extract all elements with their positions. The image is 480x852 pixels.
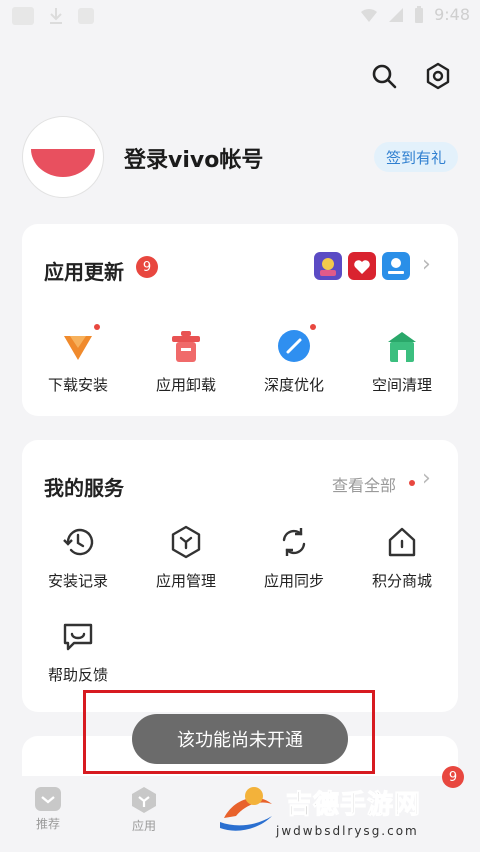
nav-apps-label: 应用	[131, 819, 156, 833]
chevron-right-icon[interactable]: ›	[422, 252, 431, 277]
site-watermark: 吉德手游网 jwdwbsdlrysg.com	[214, 776, 480, 852]
my-services-card: 我的服务 查看全部 › 安装记录 应用管理 应用同步 积分商城 帮助反馈	[22, 440, 458, 712]
points-mall-icon	[388, 527, 416, 557]
highlight-frame	[83, 690, 375, 774]
download-install-label: 下载安装	[47, 376, 108, 394]
notification-icon	[12, 7, 34, 25]
new-indicator-dot	[94, 324, 100, 330]
new-indicator-dot	[310, 324, 316, 330]
updates-count-badge: 9	[136, 256, 158, 278]
settings-button[interactable]	[418, 56, 458, 96]
view-all-link[interactable]: 查看全部	[332, 472, 396, 496]
signal-icon	[389, 7, 404, 22]
app-manage-icon	[171, 525, 201, 559]
my-services-title: 我的服务	[44, 476, 124, 500]
install-history-item[interactable]: 安装记录	[30, 524, 126, 604]
download-install-item[interactable]: 下载安装	[30, 324, 126, 408]
download-status-icon	[50, 8, 62, 24]
pending-update-app-icons[interactable]	[314, 252, 410, 280]
battery-icon	[415, 5, 424, 23]
points-mall-label: 积分商城	[371, 572, 432, 590]
status-time: 9:48	[434, 5, 470, 24]
avatar[interactable]	[22, 116, 104, 198]
status-icons-right: 9:48	[360, 5, 470, 24]
recommend-icon	[35, 787, 61, 811]
profile-row[interactable]: 登录vivo帐号 签到有礼	[22, 116, 462, 200]
help-feedback-label: 帮助反馈	[47, 666, 108, 684]
space-clean-label: 空间清理	[371, 376, 432, 394]
app-uninstall-item[interactable]: 应用卸载	[138, 328, 234, 408]
app-uninstall-label: 应用卸载	[155, 376, 216, 394]
heart-app-icon	[348, 252, 376, 280]
watermark-logo	[220, 787, 272, 831]
settings-hexagon-icon	[426, 62, 450, 90]
checkin-reward-button[interactable]: 签到有礼	[373, 142, 458, 172]
watermark-text: 吉德手游网	[285, 790, 422, 821]
help-feedback-item[interactable]: 帮助反馈	[30, 618, 126, 698]
space-clean-icon	[388, 332, 416, 362]
uninstall-trash-icon	[172, 331, 200, 362]
install-history-icon	[63, 528, 94, 556]
wifi-icon	[361, 8, 378, 22]
status-icons-left	[12, 7, 94, 25]
app-sync-item[interactable]: 应用同步	[246, 524, 342, 604]
nav-apps[interactable]: 应用	[114, 786, 174, 834]
app-manage-label: 应用管理	[155, 572, 216, 590]
apps-icon	[132, 787, 156, 813]
app-updates-card: 应用更新 9 › 下载安装 应用卸载 深度优化 空间清理	[22, 224, 458, 416]
deep-optimize-item[interactable]: 深度优化	[246, 324, 342, 408]
top-bar	[0, 50, 480, 106]
new-indicator-dot	[409, 480, 415, 486]
download-install-icon	[64, 336, 92, 360]
search-button[interactable]	[364, 56, 404, 96]
install-history-label: 安装记录	[47, 572, 108, 590]
app-sync-icon	[282, 528, 306, 556]
app-status-icon	[78, 8, 94, 24]
avatar-placeholder-icon	[31, 149, 95, 177]
game-app-icon	[314, 252, 342, 280]
app-sync-label: 应用同步	[263, 572, 324, 590]
blue-app-icon	[382, 252, 410, 280]
status-bar: 9:48	[0, 0, 480, 34]
app-updates-title[interactable]: 应用更新	[44, 256, 124, 285]
optimize-gauge-icon	[278, 330, 310, 362]
nav-recommend[interactable]: 推荐	[18, 786, 78, 832]
search-icon	[372, 64, 397, 89]
help-feedback-icon	[63, 623, 93, 651]
deep-optimize-label: 深度优化	[263, 376, 324, 394]
points-mall-item[interactable]: 积分商城	[354, 524, 450, 604]
nav-recommend-label: 推荐	[35, 817, 60, 831]
space-clean-item[interactable]: 空间清理	[354, 328, 450, 408]
chevron-right-icon[interactable]: ›	[422, 466, 431, 491]
watermark-url: jwdwbsdlrysg.com	[276, 824, 419, 838]
login-link[interactable]: 登录vivo帐号	[124, 142, 263, 174]
app-manage-item[interactable]: 应用管理	[138, 524, 234, 604]
